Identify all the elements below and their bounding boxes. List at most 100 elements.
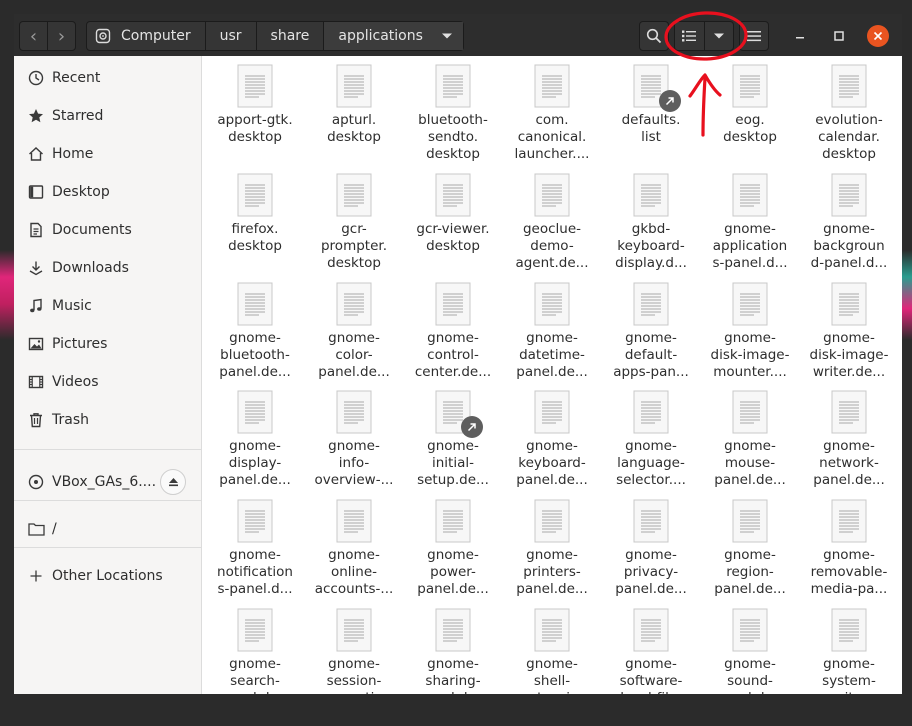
file-item[interactable]: gnome-sharing-panel.de... [405, 608, 501, 694]
breadcrumb-applications[interactable]: applications [323, 22, 463, 50]
sidebar-item-home[interactable]: Home [14, 136, 201, 172]
file-item[interactable]: gnome-search-panel.de... [207, 608, 303, 694]
view-options-button[interactable] [705, 22, 733, 50]
sidebar-item-desktop[interactable]: Desktop [14, 174, 201, 210]
file-item[interactable]: gnome-mouse-panel.de... [702, 390, 798, 489]
file-name-line: gnome- [625, 438, 677, 454]
file-name: gnome-disk-image-writer.de... [801, 330, 897, 381]
file-item[interactable]: firefox. desktop [207, 173, 303, 255]
file-name-line: desktop [327, 129, 381, 145]
menu-button[interactable] [739, 21, 769, 51]
file-item[interactable]: gnome-notification s-panel.d... [207, 499, 303, 598]
text-file-icon [435, 499, 471, 543]
file-item[interactable]: gkbd-keyboard-display.d... [603, 173, 699, 272]
search-button[interactable] [639, 21, 669, 51]
file-name-line: gnome- [526, 330, 578, 346]
chevron-right-icon: › [57, 25, 66, 47]
file-item[interactable]: gnome-software-local-fil... [603, 608, 699, 694]
sidebar-item-documents[interactable]: Documents [14, 212, 201, 248]
file-name-line: keyboard- [617, 238, 685, 254]
sidebar-item-label: Home [52, 146, 94, 162]
file-name-line: apport-gtk. [217, 112, 293, 128]
file-name-line: disk-image- [809, 347, 889, 363]
back-button[interactable]: ‹ [20, 22, 47, 50]
file-item[interactable]: gnome-network-panel.de... [801, 390, 897, 489]
file-item[interactable]: bluetooth-sendto. desktop [405, 64, 501, 163]
breadcrumb-label: share [270, 28, 310, 44]
sidebar-item-label: Downloads [52, 260, 129, 276]
file-item[interactable]: gcr-prompter. desktop [306, 173, 402, 272]
file-item[interactable]: gnome-online-accounts-... [306, 499, 402, 598]
file-item[interactable]: gnome-default-apps-pan... [603, 282, 699, 381]
file-name-line: software- [619, 673, 683, 689]
file-item[interactable]: gnome-sound-panel.de... [702, 608, 798, 694]
minimize-icon [796, 37, 804, 39]
file-item[interactable]: gnome-keyboard-panel.de... [504, 390, 600, 489]
sidebar-item-downloads[interactable]: Downloads [14, 250, 201, 286]
file-item[interactable]: gnome-display-panel.de... [207, 390, 303, 489]
file-item[interactable]: gnome-language-selector.... [603, 390, 699, 489]
chevron-left-icon: ‹ [29, 25, 38, 47]
file-item[interactable]: gnome-application s-panel.d... [702, 173, 798, 272]
file-item[interactable]: gnome-bluetooth-panel.de... [207, 282, 303, 381]
eject-button[interactable] [160, 469, 186, 495]
file-item[interactable]: gnome-control-center.de... [405, 282, 501, 381]
file-item[interactable]: gnome-info-overview-... [306, 390, 402, 489]
file-item[interactable]: eog. desktop [702, 64, 798, 146]
file-name-line: panel.de... [516, 364, 588, 380]
text-file-icon [435, 64, 471, 108]
file-item[interactable]: defaults. list [603, 64, 699, 146]
file-item[interactable]: gnome-session-properti... [306, 608, 402, 694]
file-item[interactable]: apturl. desktop [306, 64, 402, 146]
breadcrumb-computer[interactable]: Computer [87, 22, 205, 50]
file-item[interactable]: gnome-shell-extensi... [504, 608, 600, 694]
file-name: gkbd-keyboard-display.d... [603, 221, 699, 272]
file-item[interactable]: gnome-region-panel.de... [702, 499, 798, 598]
minimize-button[interactable] [789, 25, 811, 47]
file-name-line: shell- [533, 673, 571, 689]
sidebar-item-pictures[interactable]: Pictures [14, 326, 201, 362]
file-item[interactable]: geoclue-demo-agent.de... [504, 173, 600, 272]
file-item[interactable]: gnome-initial-setup.de... [405, 390, 501, 489]
sidebar-item-videos[interactable]: Videos [14, 364, 201, 400]
file-name: gnome-power-panel.de... [405, 547, 501, 598]
file-name-line: sharing- [425, 673, 481, 689]
file-item[interactable]: apport-gtk. desktop [207, 64, 303, 146]
file-name-line: gnome- [724, 221, 776, 237]
file-name-line: extensi... [504, 690, 600, 694]
file-name-line: desktop [426, 146, 480, 162]
file-item[interactable]: gnome-system-monitor.... [801, 608, 897, 694]
file-item[interactable]: gnome-disk-image-mounter.... [702, 282, 798, 381]
file-item[interactable]: gnome-removable-media-pa... [801, 499, 897, 598]
file-item[interactable]: gcr-viewer. desktop [405, 173, 501, 255]
file-item[interactable]: gnome-color-panel.de... [306, 282, 402, 381]
forward-button[interactable]: › [47, 22, 75, 50]
maximize-button[interactable] [828, 25, 850, 47]
close-button[interactable] [867, 25, 889, 47]
file-item[interactable]: gnome-datetime-panel.de... [504, 282, 600, 381]
file-item[interactable]: gnome-power-panel.de... [405, 499, 501, 598]
list-view-button[interactable] [675, 22, 705, 50]
file-name-line: firefox. [231, 221, 279, 237]
file-name-line: demo- [530, 238, 574, 254]
sidebar-item-music[interactable]: Music [14, 288, 201, 324]
file-name: evolution-calendar. desktop [801, 112, 897, 163]
file-item[interactable]: com. canonical. launcher.... [504, 64, 600, 163]
file-name-line: gnome- [229, 438, 281, 454]
file-item[interactable]: gnome-disk-image-writer.de... [801, 282, 897, 381]
file-item[interactable]: evolution-calendar. desktop [801, 64, 897, 163]
sidebar-item-starred[interactable]: Starred [14, 98, 201, 134]
breadcrumb-share[interactable]: share [255, 22, 324, 50]
sidebar-item-root[interactable]: / [14, 511, 201, 547]
sidebar-item-device[interactable]: VBox_GAs_6.... [14, 464, 201, 500]
file-item[interactable]: gnome-privacy-panel.de... [603, 499, 699, 598]
file-name: gnome-mouse-panel.de... [702, 438, 798, 489]
sidebar-item-other-locations[interactable]: Other Locations [14, 558, 201, 594]
file-item[interactable]: gnome-printers-panel.de... [504, 499, 600, 598]
file-name: gnome-region-panel.de... [702, 547, 798, 598]
sidebar-item-trash[interactable]: Trash [14, 402, 201, 438]
breadcrumb-usr[interactable]: usr [204, 22, 256, 50]
file-item[interactable]: gnome-backgroun d-panel.d... [801, 173, 897, 272]
sidebar-item-recent[interactable]: Recent [14, 60, 201, 96]
file-name-line: gnome- [526, 656, 578, 672]
